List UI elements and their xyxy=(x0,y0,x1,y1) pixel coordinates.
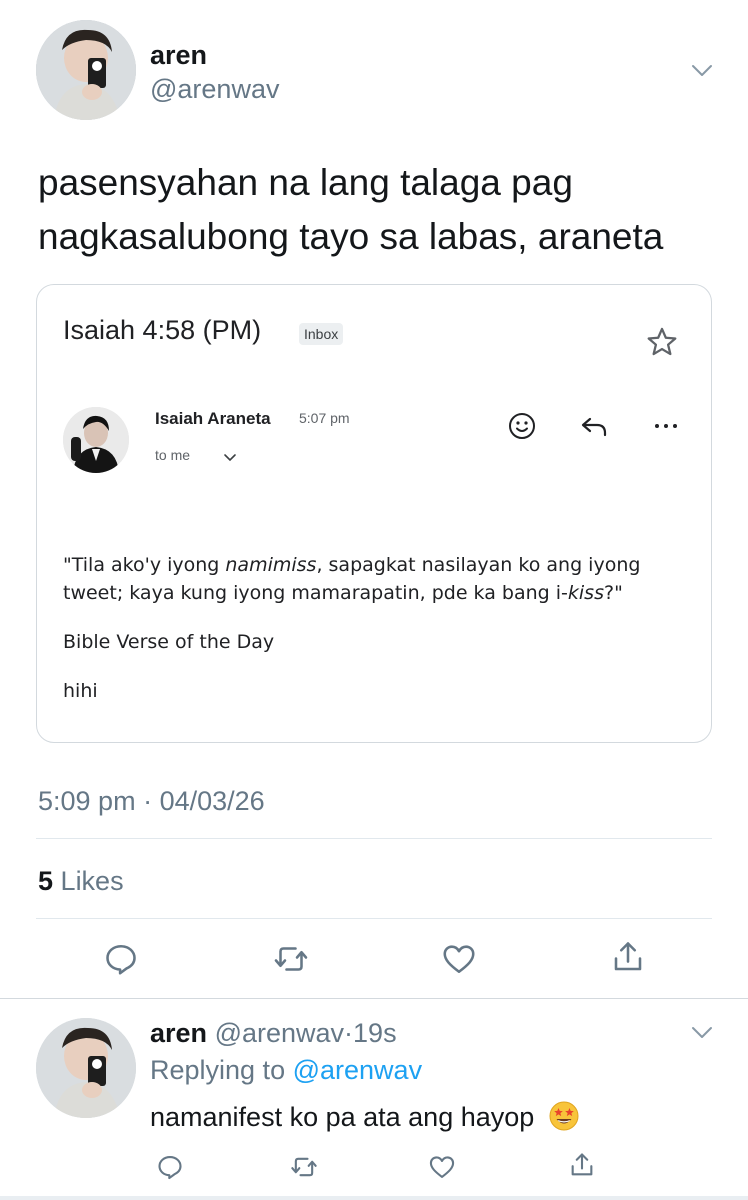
replying-to-mention[interactable]: @arenwav xyxy=(293,1055,422,1085)
email-body-text: "Tila ako'y iyong xyxy=(63,554,226,576)
like-button[interactable] xyxy=(441,941,477,977)
star-icon xyxy=(647,327,677,356)
retweet-button[interactable] xyxy=(273,941,309,977)
email-subject: Isaiah 4:58 (PM) xyxy=(63,315,262,345)
sender-time: 5:07 pm xyxy=(299,410,350,426)
email-body-line: tweet; kaya kung iyong mamarapatin, pde … xyxy=(63,579,693,607)
reply-age: 19s xyxy=(353,1018,397,1048)
like-button[interactable] xyxy=(428,1153,456,1181)
smiley-icon xyxy=(509,413,535,439)
share-button[interactable] xyxy=(610,939,646,975)
chevron-down-icon xyxy=(224,454,236,462)
reply-author-avatar-image xyxy=(36,1018,136,1118)
reply-button[interactable] xyxy=(156,1153,184,1181)
reply-text-content: namanifest ko pa ata ang hayop xyxy=(150,1102,535,1132)
retweet-icon xyxy=(274,947,308,971)
replying-to-prefix: Replying to xyxy=(150,1055,286,1085)
heart-icon xyxy=(429,1156,455,1178)
recipient-label: to me xyxy=(155,447,191,463)
tweet-text: pasensyahan na lang talaga pag nagkasalu… xyxy=(38,156,718,264)
likes-label: Likes xyxy=(60,866,124,896)
tweet-text-line: nagkasalubong tayo sa labas, araneta xyxy=(38,216,664,257)
email-body-italic: kiss xyxy=(567,582,604,604)
attached-image-card[interactable]: Isaiah 4:58 (PM) Inbox Isaiah Araneta 5:… xyxy=(36,284,712,743)
inbox-label-badge: Inbox xyxy=(299,323,344,345)
author-handle[interactable]: @arenwav xyxy=(150,74,279,105)
likes-count: 5 xyxy=(38,866,54,896)
email-body-text: tweet; kaya kung iyong mamarapatin, pde … xyxy=(63,582,568,604)
chevron-down-icon[interactable] xyxy=(691,1026,713,1040)
reply-separator: · xyxy=(344,1018,354,1048)
replying-to: Replying to @arenwav xyxy=(150,1055,422,1086)
author-display-name[interactable]: aren xyxy=(150,40,207,71)
reply-display-name[interactable]: aren xyxy=(150,1018,207,1048)
email-signature: Bible Verse of the Day xyxy=(63,631,275,653)
retweet-icon xyxy=(291,1157,317,1177)
retweet-button[interactable] xyxy=(290,1153,318,1181)
divider xyxy=(36,838,712,839)
chevron-down-icon[interactable] xyxy=(691,64,713,78)
bottom-edge xyxy=(0,1196,748,1200)
share-icon xyxy=(571,1153,593,1176)
divider xyxy=(36,918,712,919)
tweet-text-line: pasensyahan na lang talaga pag xyxy=(38,162,573,203)
sender-avatar xyxy=(63,407,129,473)
heart-icon xyxy=(443,945,475,974)
reply-icon xyxy=(106,944,136,975)
reply-handle[interactable]: @arenwav xyxy=(215,1018,344,1048)
email-body-italic: namimiss xyxy=(225,554,317,576)
reply-text: namanifest ko pa ata ang hayop xyxy=(150,1100,580,1133)
reply-button[interactable] xyxy=(103,941,139,977)
reply-icon xyxy=(158,1156,182,1180)
mail-reply-icon xyxy=(581,417,607,437)
share-button[interactable] xyxy=(568,1151,596,1179)
sender-name: Isaiah Araneta xyxy=(155,409,271,428)
likes-count-link[interactable]: 5 Likes xyxy=(38,866,124,897)
timestamp-separator: · xyxy=(143,786,153,816)
email-body-text: ?" xyxy=(603,582,623,604)
author-avatar[interactable] xyxy=(36,20,136,120)
divider xyxy=(0,998,748,999)
email-body-line: "Tila ako'y iyong namimiss, sapagkat nas… xyxy=(63,551,693,579)
tweet-date: 04/03/26 xyxy=(159,786,265,816)
email-body-text: , sapagkat nasilayan ko ang iyong xyxy=(316,554,641,576)
reply-header: aren @arenwav·19s xyxy=(150,1018,397,1049)
star-struck-emoji-icon xyxy=(549,1101,579,1131)
reply-author-avatar[interactable] xyxy=(36,1018,136,1118)
share-icon xyxy=(614,942,642,971)
tweet-timestamp: 5:09 pm · 04/03/26 xyxy=(38,786,265,817)
more-options-icon xyxy=(655,424,677,428)
email-closing: hihi xyxy=(63,680,98,702)
author-avatar-image xyxy=(36,20,136,120)
tweet-time: 5:09 pm xyxy=(38,786,136,816)
